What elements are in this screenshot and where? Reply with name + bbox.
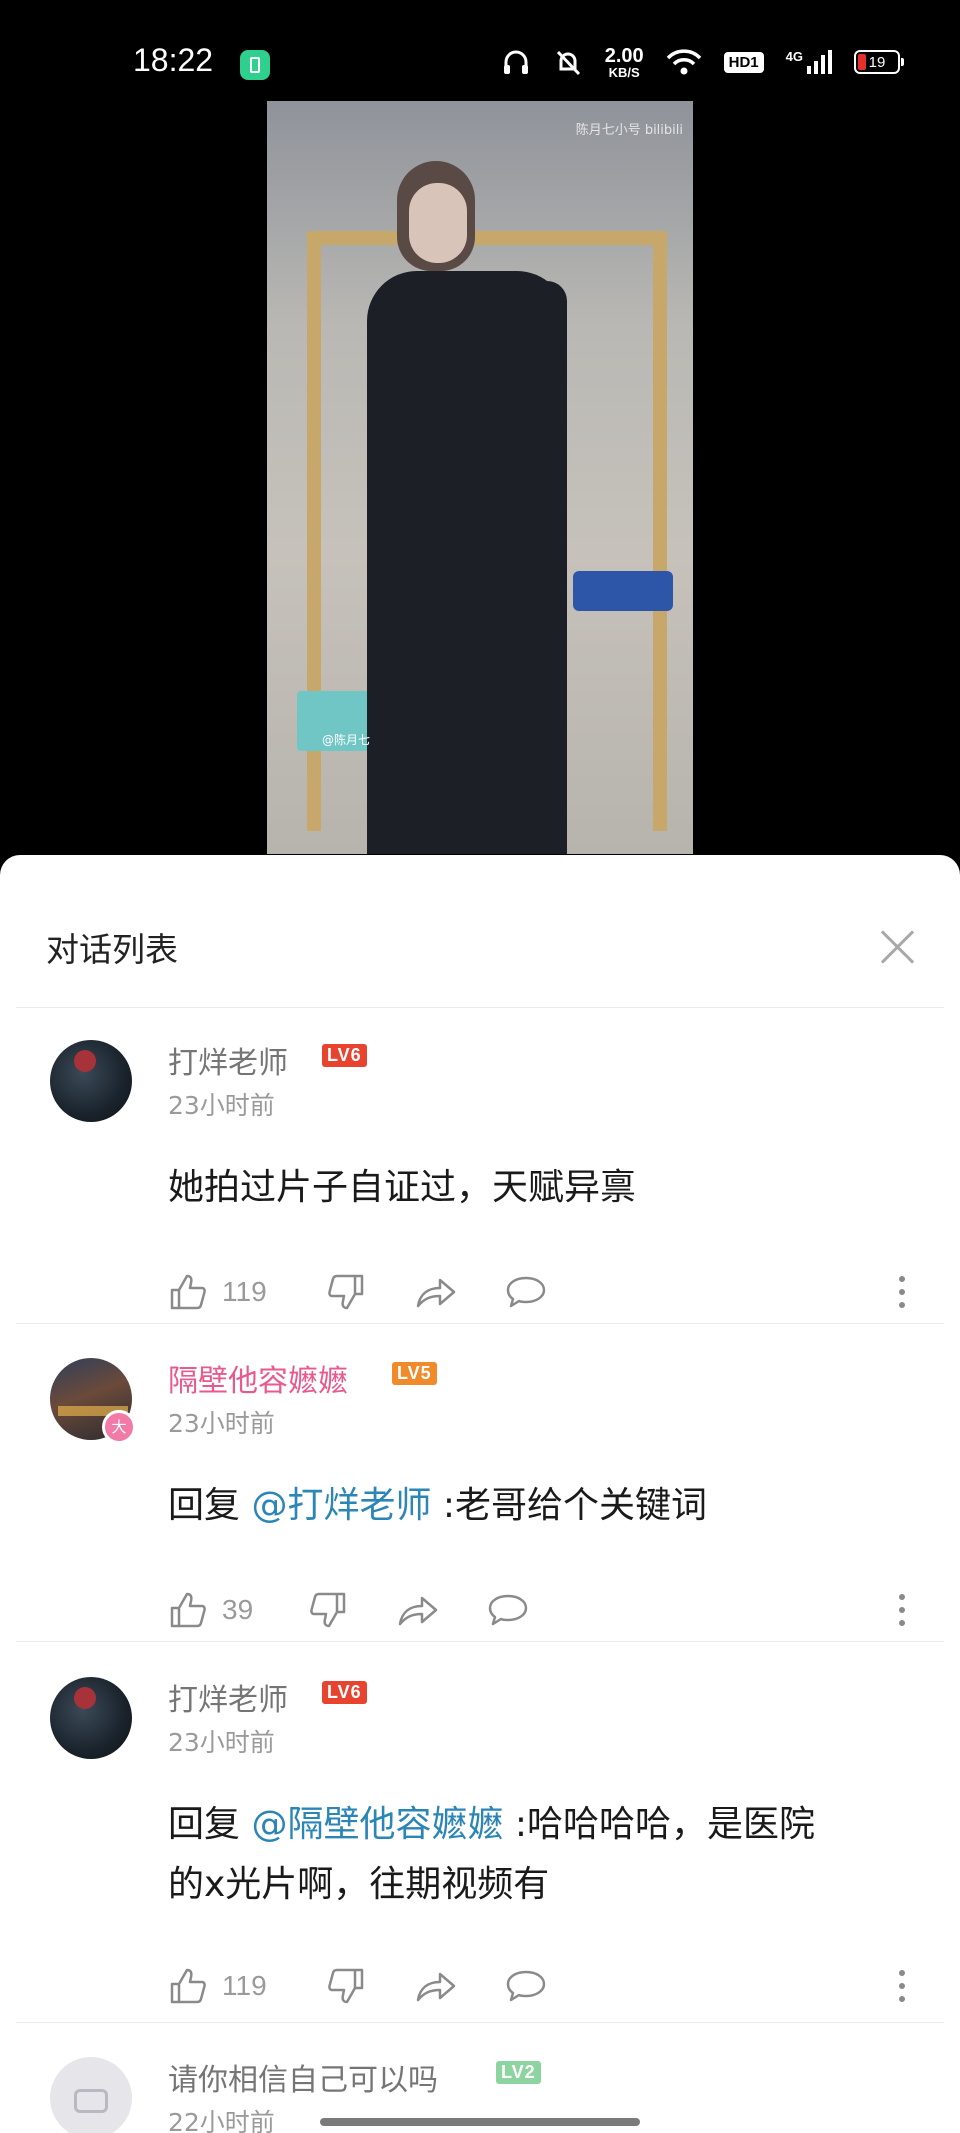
signal-bars-icon [807,50,832,74]
more-options-button[interactable] [882,1585,922,1635]
comment-time: 23小时前 [168,1728,275,1757]
like-button[interactable]: 119 [168,1267,267,1317]
avatar[interactable] [50,2057,132,2133]
mute-bell-icon [556,50,580,76]
reply-prefix: 回复 [168,1485,252,1526]
thumbs-down-icon [328,1968,364,2004]
level-badge: LV6 [322,1044,367,1067]
dialog-list-sheet: 对话列表 打烊老师 LV6 23小时前 她拍过片子自证过，天赋异禀 119 大 … [0,855,960,2133]
more-options-button[interactable] [882,1961,922,2011]
hd-voice-icon: HD1 [723,51,764,73]
comment-text: 她拍过片子自证过，天赋异禀 [168,1158,908,1218]
share-button[interactable] [396,1585,440,1635]
comment-text: 回复 @隔壁他容嬷嬷 :哈哈哈哈，是医院 的x光片啊，往期视频有 [168,1795,908,1915]
like-count: 119 [222,1276,267,1307]
header-divider [16,1007,944,1008]
level-badge: LV6 [322,1681,367,1704]
reply-button[interactable] [504,1961,548,2011]
like-button[interactable]: 39 [168,1585,253,1635]
share-icon [416,1278,456,1308]
video-player[interactable]: 陈月七小号 bilibili @陈月七 [267,101,693,854]
network-speed-unit: KB/S [608,64,640,80]
comment-body: :哈哈哈哈，是医院 [503,1804,816,1845]
mention-link[interactable]: @打烊老师 [251,1485,431,1526]
share-button[interactable] [414,1267,458,1317]
comment-bubble-icon [506,1276,546,1308]
share-icon [398,1596,438,1626]
username[interactable]: 打烊老师 [168,1038,288,1082]
close-button[interactable] [868,917,928,977]
headphones-icon [503,50,528,74]
thumbs-up-icon [170,1274,206,1310]
comment-divider [16,2022,944,2023]
comment-body: :老哥给个关键词 [431,1485,708,1526]
comment-bubble-icon [506,1970,546,2002]
clock: 18:22 [133,42,214,78]
reply-button[interactable] [486,1585,530,1635]
cell-signal: 4G [786,49,832,75]
comment-text-line: 她拍过片子自证过，天赋异禀 [168,1167,637,1208]
thumbs-down-icon [328,1274,364,1310]
battery-level: 19 [868,53,886,71]
video-frame-face [409,183,467,263]
level-badge: LV5 [392,1362,437,1385]
dislike-button[interactable] [326,1267,366,1317]
thumbs-up-icon [170,1592,206,1628]
share-icon [416,1972,456,2002]
sheet-title: 对话列表 [46,930,178,969]
avatar[interactable] [50,1040,132,1122]
dislike-button[interactable] [326,1961,366,2011]
video-tag: @陈月七 [322,733,371,747]
username[interactable]: 打烊老师 [168,1675,288,1719]
battery-icon: 19 [854,50,904,74]
comment-time: 23小时前 [168,1091,275,1120]
reply-prefix: 回复 [168,1804,252,1845]
level-badge: LV2 [496,2061,541,2084]
username[interactable]: 请你相信自己可以吗 [168,2055,438,2099]
more-vertical-icon [899,1970,905,2002]
comment-divider [16,1323,944,1324]
status-bar: 18:22 2.00 KB/S HD1 4G 19 [0,0,960,100]
status-icons: 2.00 KB/S HD1 4G 19 [501,40,904,84]
battery-saver-icon [240,50,270,80]
vip-badge: 大 [102,1410,136,1444]
reply-button[interactable] [504,1267,548,1317]
comment-bubble-icon [488,1594,528,1626]
comment-actions: 39 [168,1585,928,1635]
comment-actions: 119 [168,1961,928,2011]
more-options-button[interactable] [882,1267,922,1317]
comment-divider [16,1641,944,1642]
wifi-icon [666,49,701,75]
comment-text: 回复 @打烊老师 :老哥给个关键词 [168,1476,908,1536]
home-indicator[interactable] [320,2118,640,2126]
video-frame-bed [573,571,673,611]
more-vertical-icon [899,1276,905,1308]
comment-time: 23小时前 [168,1409,275,1438]
network-speed: 2.00 KB/S [605,46,644,79]
thumbs-up-icon [170,1968,206,2004]
mention-link[interactable]: @隔壁他容嬷嬷 [251,1804,503,1845]
comment-body-line2: 的x光片啊，往期视频有 [168,1864,550,1905]
dislike-button[interactable] [308,1585,348,1635]
network-type: 4G [785,49,803,64]
comment-actions: 119 [168,1267,928,1317]
avatar[interactable] [50,1677,132,1759]
like-count: 39 [222,1594,254,1625]
video-watermark: 陈月七小号 bilibili [575,123,683,138]
more-vertical-icon [899,1594,905,1626]
share-button[interactable] [414,1961,458,2011]
like-count: 119 [222,1970,267,2001]
network-speed-value: 2.00 [604,44,644,67]
comment-time: 22小时前 [168,2108,275,2133]
like-button[interactable]: 119 [168,1961,267,2011]
thumbs-down-icon [310,1592,346,1628]
username[interactable]: 隔壁他容嬷嬷 [168,1356,348,1400]
video-frame-arm [507,281,567,401]
